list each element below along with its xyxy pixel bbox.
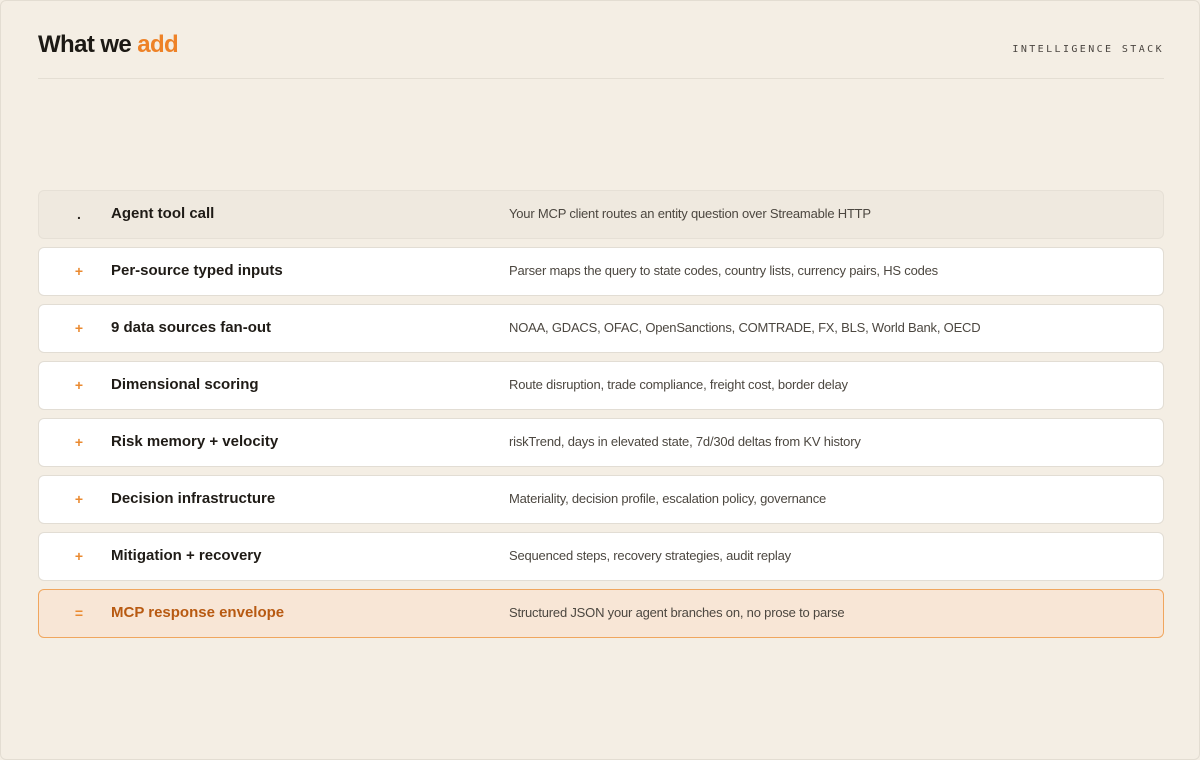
section-kicker: INTELLIGENCE STACK (1012, 44, 1164, 55)
page-frame: What we add INTELLIGENCE STACK . Agent t… (0, 0, 1200, 760)
plus-icon: + (74, 263, 84, 279)
stack-row-dimensional-scoring: + Dimensional scoring Route disruption, … (38, 361, 1164, 410)
dot-icon: . (77, 206, 81, 222)
stack-row-data-sources: + 9 data sources fan-out NOAA, GDACS, OF… (38, 304, 1164, 353)
plus-icon: + (74, 377, 84, 393)
step-title: Per-source typed inputs (111, 262, 283, 279)
stack-row-mitigation: + Mitigation + recovery Sequenced steps,… (38, 532, 1164, 581)
stack-row-risk-memory: + Risk memory + velocity riskTrend, days… (38, 418, 1164, 467)
step-title: Decision infrastructure (111, 490, 276, 507)
step-description: Materiality, decision profile, escalatio… (509, 491, 827, 506)
plus-icon: + (74, 434, 84, 450)
title-main: What we (38, 31, 138, 58)
stack-row-decision-infrastructure: + Decision infrastructure Materiality, d… (38, 475, 1164, 524)
step-description: Structured JSON your agent branches on, … (509, 605, 845, 620)
step-description: Your MCP client routes an entity questio… (509, 206, 871, 221)
step-title: Dimensional scoring (111, 376, 259, 393)
step-description: NOAA, GDACS, OFAC, OpenSanctions, COMTRA… (509, 320, 981, 335)
step-title: 9 data sources fan-out (111, 319, 272, 336)
step-title: Mitigation + recovery (111, 547, 262, 564)
section-header: What we add INTELLIGENCE STACK (38, 31, 1164, 79)
step-description: Parser maps the query to state codes, co… (509, 263, 938, 278)
equals-icon: = (74, 605, 84, 621)
step-title: Risk memory + velocity (111, 433, 279, 450)
stack-row-typed-inputs: + Per-source typed inputs Parser maps th… (38, 247, 1164, 296)
step-title: Agent tool call (111, 205, 215, 222)
step-description: riskTrend, days in elevated state, 7d/30… (509, 434, 861, 449)
plus-icon: + (74, 548, 84, 564)
step-description: Route disruption, trade compliance, frei… (509, 377, 848, 392)
title-accent: add (137, 31, 179, 58)
plus-icon: + (74, 491, 84, 507)
step-title: MCP response envelope (111, 604, 285, 621)
stack-row-agent-tool-call: . Agent tool call Your MCP client routes… (38, 190, 1164, 239)
plus-icon: + (74, 320, 84, 336)
step-description: Sequenced steps, recovery strategies, au… (509, 548, 791, 563)
intelligence-stack-list: . Agent tool call Your MCP client routes… (38, 190, 1164, 646)
section-title: What we add (38, 31, 179, 59)
stack-row-response-envelope: = MCP response envelope Structured JSON … (38, 589, 1164, 638)
